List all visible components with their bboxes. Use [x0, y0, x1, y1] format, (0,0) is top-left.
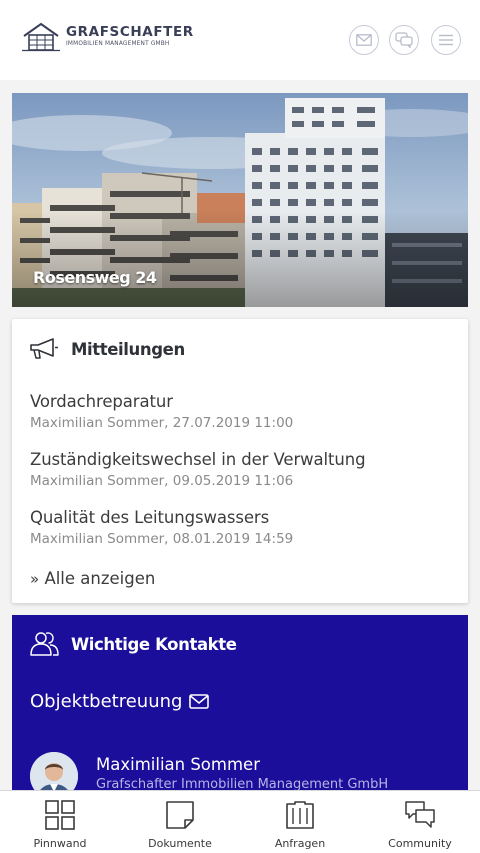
message-title: Vordachreparatur — [30, 392, 173, 411]
nav-label: Pinnwand — [33, 837, 87, 850]
users-icon — [30, 632, 59, 656]
chat-button[interactable] — [389, 25, 419, 55]
community-icon — [405, 801, 435, 828]
messages-title: Mitteilungen — [71, 339, 185, 359]
house-logo-icon — [22, 22, 60, 52]
contacts-title: Wichtige Kontakte — [71, 634, 237, 654]
envelope-icon — [189, 694, 210, 709]
message-title: Zuständigkeitswechsel in der Verwaltung — [30, 450, 366, 469]
message-meta: Maximilian Sommer, 09.05.2019 11:06 — [30, 473, 294, 489]
contact-name: Maximilian Sommer — [96, 755, 260, 774]
message-title: Qualität des Leitungswassers — [30, 508, 270, 527]
mail-icon — [356, 34, 372, 46]
message-meta: Maximilian Sommer, 27.07.2019 11:00 — [30, 415, 294, 431]
brand-subtitle: IMMOBILIEN MANAGEMENT GMBH — [66, 41, 170, 48]
objektbetreuung-link[interactable]: Objektbetreuung — [30, 691, 210, 712]
property-hero[interactable]: Rosensweg 24 — [12, 93, 468, 307]
show-all-link[interactable]: » Alle anzeigen — [30, 569, 155, 588]
double-chevron-right-icon: » — [30, 570, 40, 588]
nav-item-dokumente[interactable]: Dokumente — [120, 791, 240, 853]
mail-button[interactable] — [349, 25, 379, 55]
show-all-label: Alle anzeigen — [44, 569, 156, 588]
nav-item-anfragen[interactable]: Anfragen — [240, 791, 360, 853]
objektbetreuung-label: Objektbetreuung — [30, 691, 183, 712]
grid-icon — [45, 800, 75, 830]
brand-logo[interactable]: GRAFSCHAFTER IMMOBILIEN MANAGEMENT GMBH — [22, 22, 194, 52]
contacts-header: Wichtige Kontakte — [29, 631, 237, 657]
document-icon — [166, 801, 194, 829]
nav-item-community[interactable]: Community — [360, 791, 480, 853]
messages-header: Mitteilungen — [29, 338, 185, 360]
menu-icon — [439, 34, 453, 46]
megaphone-icon — [30, 338, 58, 359]
message-item[interactable]: Zuständigkeitswechsel in der Verwaltung … — [30, 450, 366, 489]
property-address: Rosensweg 24 — [33, 268, 157, 287]
message-meta: Maximilian Sommer, 08.01.2019 14:59 — [30, 531, 294, 547]
app-header: GRAFSCHAFTER IMMOBILIEN MANAGEMENT GMBH — [0, 0, 480, 80]
brand-title: GRAFSCHAFTER — [66, 23, 194, 40]
bottom-navigation: Pinnwand Dokumente Anfragen Community — [0, 790, 480, 853]
nav-label: Anfragen — [274, 837, 326, 850]
nav-label: Community — [388, 837, 452, 850]
nav-item-pinnwand[interactable]: Pinnwand — [0, 791, 120, 853]
menu-button[interactable] — [431, 25, 461, 55]
contacts-card: Wichtige Kontakte Objektbetreuung Maximi… — [12, 615, 468, 815]
folder-icon — [286, 801, 314, 829]
message-item[interactable]: Qualität des Leitungswassers Maximilian … — [30, 508, 293, 547]
chat-icon — [395, 32, 413, 48]
nav-label: Dokumente — [148, 837, 212, 850]
message-item[interactable]: Vordachreparatur Maximilian Sommer, 27.0… — [30, 392, 293, 431]
messages-card: Mitteilungen Vordachreparatur Maximilian… — [12, 319, 468, 603]
